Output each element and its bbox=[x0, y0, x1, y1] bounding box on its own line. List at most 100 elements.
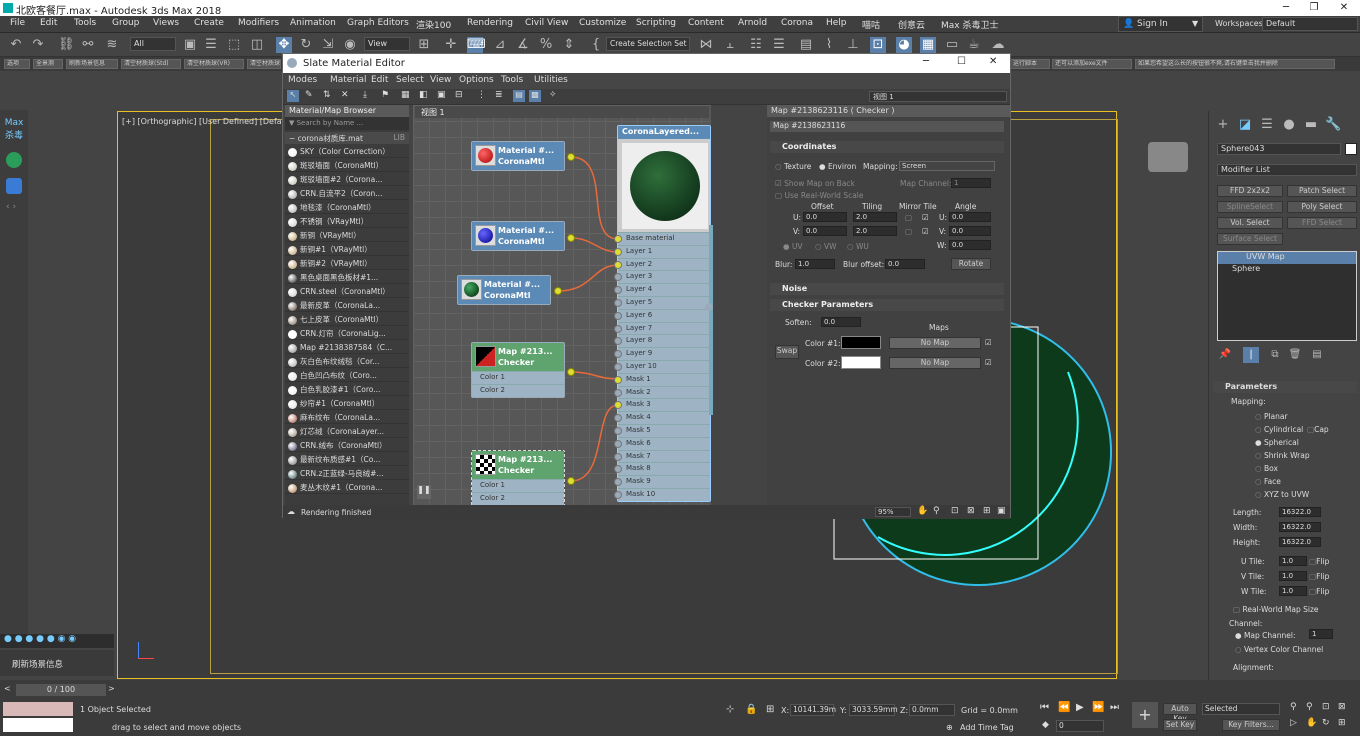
pivot-icon[interactable]: ⊞ bbox=[416, 37, 432, 53]
quick-button-run-script[interactable]: 运行脚本 bbox=[1010, 59, 1050, 69]
map-channel-spinner[interactable]: 1 bbox=[951, 178, 991, 188]
menu-help[interactable]: Help bbox=[826, 18, 847, 28]
collapse-arrows-icon[interactable]: ‹ › bbox=[6, 202, 22, 212]
material-list-item[interactable]: 白色乳胶漆#1（Coro... bbox=[285, 382, 409, 396]
u-mirror-checkbox[interactable]: ▢ bbox=[905, 213, 912, 222]
align-icon[interactable]: ⫠ bbox=[722, 37, 738, 53]
material-list-item[interactable]: 不锈钢（VRayMtl） bbox=[285, 214, 409, 228]
vw-radio[interactable]: ○ VW bbox=[815, 242, 836, 251]
input-socket[interactable] bbox=[614, 247, 622, 256]
maxscript-mini-listener[interactable] bbox=[3, 702, 73, 716]
time-slider[interactable]: 0 / 100 bbox=[16, 684, 106, 696]
color1-slot[interactable]: Color 1 bbox=[472, 479, 564, 492]
material-list-item[interactable]: Map #2138387584（C... bbox=[285, 340, 409, 354]
width-spinner[interactable]: 16322.0 bbox=[1279, 522, 1321, 532]
sme-menu-options[interactable]: Options bbox=[459, 75, 494, 85]
sme-menu-utilities[interactable]: Utilities bbox=[534, 75, 568, 85]
color2-swatch[interactable] bbox=[841, 356, 881, 369]
rotate-button[interactable]: Rotate bbox=[951, 258, 991, 270]
layered-slot[interactable]: Mask 8 bbox=[614, 462, 710, 476]
color1-map-checkbox[interactable]: ☑ bbox=[985, 338, 992, 347]
listener-dots-icon[interactable]: ● ● ● ● ● ◉ ◉ bbox=[0, 634, 76, 644]
display-tab-icon[interactable]: ▬ bbox=[1303, 117, 1319, 133]
mapping-dropdown[interactable]: Screen bbox=[899, 161, 995, 171]
material-list-item[interactable]: CRN.自流平2（Coron... bbox=[285, 186, 409, 200]
input-socket[interactable] bbox=[614, 273, 622, 282]
key-mode-icon[interactable]: ◆ bbox=[1042, 720, 1049, 730]
assign-material-icon[interactable]: ⇅ bbox=[323, 90, 331, 100]
keyboard-shortcut-icon[interactable]: ⌨ bbox=[467, 37, 486, 53]
v-tile-checkbox[interactable]: ☑ bbox=[922, 227, 929, 236]
set-key-big-icon[interactable]: + bbox=[1132, 702, 1158, 728]
zoom-extents-icon[interactable]: ⊡ bbox=[1322, 702, 1330, 712]
menu-graph-editors[interactable]: Graph Editors bbox=[347, 18, 409, 28]
layered-slot[interactable]: Layer 2 bbox=[614, 257, 710, 271]
sme-menu-edit[interactable]: Edit bbox=[371, 75, 388, 85]
select-tool-icon[interactable]: ↖ bbox=[287, 90, 299, 102]
goto-start-icon[interactable]: ⏮ bbox=[1040, 702, 1049, 713]
layered-slot[interactable]: Mask 2 bbox=[614, 385, 710, 399]
show-map-icon[interactable]: ▦ bbox=[401, 90, 410, 100]
play-icon[interactable]: ▶ bbox=[1076, 702, 1084, 713]
ribbon-icon[interactable]: ▤ bbox=[798, 37, 814, 53]
quick-button-clear-std[interactable]: 清空材质球(Std) bbox=[121, 59, 181, 69]
input-socket[interactable] bbox=[614, 401, 622, 410]
menu-max-antivirus[interactable]: Max 杀毒卫士 bbox=[941, 18, 998, 31]
angle-v-spinner[interactable]: 0.0 bbox=[949, 226, 991, 236]
input-socket[interactable] bbox=[614, 324, 622, 333]
color1-slot[interactable]: Color 1 bbox=[472, 371, 564, 384]
layer-explorer-icon[interactable]: ☰ bbox=[771, 37, 787, 53]
green-shield-icon[interactable] bbox=[6, 152, 22, 168]
patch-select-button[interactable]: Patch Select bbox=[1287, 185, 1357, 197]
noise-rollout[interactable]: Noise bbox=[770, 283, 1004, 295]
restore-button[interactable]: ❐ bbox=[1300, 0, 1328, 16]
schematic-view-icon[interactable]: ⊡ bbox=[870, 37, 886, 53]
layout-children-icon[interactable]: ⋮ bbox=[477, 90, 486, 100]
material-list-item[interactable]: 麦丛木纹#1（Corona... bbox=[285, 480, 409, 494]
menu-civil-view[interactable]: Civil View bbox=[525, 18, 568, 28]
w-flip-checkbox[interactable]: ▢Flip bbox=[1309, 587, 1329, 596]
menu-edit[interactable]: Edit bbox=[40, 18, 57, 28]
input-socket[interactable] bbox=[614, 439, 622, 448]
scale-icon[interactable]: ⇲ bbox=[320, 37, 336, 53]
bind-space-warp-icon[interactable]: ≋ bbox=[104, 37, 120, 53]
material-list-item[interactable]: 七上皮革（CoronaMtl） bbox=[285, 312, 409, 326]
uv-radio[interactable]: ● UV bbox=[783, 242, 803, 251]
input-socket[interactable] bbox=[614, 478, 622, 487]
menu-content[interactable]: Content bbox=[688, 18, 724, 28]
library-header[interactable]: − corona材质库.mat LIB bbox=[285, 132, 409, 144]
render-setup-icon[interactable]: ▦ bbox=[920, 37, 936, 53]
menu-animation[interactable]: Animation bbox=[290, 18, 336, 28]
output-socket[interactable] bbox=[567, 234, 575, 242]
input-socket[interactable] bbox=[614, 375, 622, 384]
mirror-icon[interactable]: ⋈ bbox=[698, 37, 714, 53]
motion-tab-icon[interactable]: ● bbox=[1281, 117, 1297, 133]
sme-close-button[interactable]: ✕ bbox=[989, 56, 997, 67]
move-children-icon[interactable]: ⤓ bbox=[363, 90, 367, 100]
real-world-map-checkbox[interactable]: ▢ Real-World Map Size bbox=[1233, 605, 1319, 614]
zoom-extents-all-icon[interactable]: ⊠ bbox=[1338, 702, 1346, 712]
spline-select-button[interactable]: SplineSelect bbox=[1217, 201, 1283, 213]
material-list-item[interactable]: 白色凹凸布纹（Coro... bbox=[285, 368, 409, 382]
menu-rendering[interactable]: Rendering bbox=[467, 18, 513, 28]
scene-explorer-icon[interactable]: ☷ bbox=[748, 37, 764, 53]
material-list-item[interactable]: 最新纹布质感#1（Co... bbox=[285, 452, 409, 466]
mapping-planar[interactable]: ○ Planar bbox=[1255, 412, 1288, 421]
layered-slot[interactable]: Layer 10 bbox=[614, 359, 710, 373]
current-frame-field[interactable]: 0 bbox=[1056, 720, 1104, 732]
view-selector-dropdown[interactable]: 视图 1 bbox=[869, 91, 1007, 102]
v-tiling-spinner[interactable]: 2.0 bbox=[853, 226, 897, 236]
parameters-rollout[interactable]: Parameters bbox=[1213, 381, 1357, 393]
input-socket[interactable] bbox=[614, 362, 622, 371]
menu-views[interactable]: Views bbox=[153, 18, 179, 28]
material-list-item[interactable]: 斑驳墙面#2（Corona... bbox=[285, 172, 409, 186]
u-offset-spinner[interactable]: 0.0 bbox=[803, 212, 847, 222]
layered-slot[interactable]: Layer 5 bbox=[614, 295, 710, 309]
move-icon[interactable]: ✥ bbox=[276, 37, 292, 53]
blue-shield-icon[interactable] bbox=[6, 178, 22, 194]
layered-slot[interactable]: Base material bbox=[614, 232, 710, 245]
window-crossing-icon[interactable]: ◫ bbox=[249, 37, 265, 53]
render-production-icon[interactable]: ☕ bbox=[966, 37, 982, 53]
material-list-item[interactable]: 纱帘#1（CoronaMtl） bbox=[285, 396, 409, 410]
select-by-name-icon[interactable]: ☰ bbox=[203, 37, 219, 53]
